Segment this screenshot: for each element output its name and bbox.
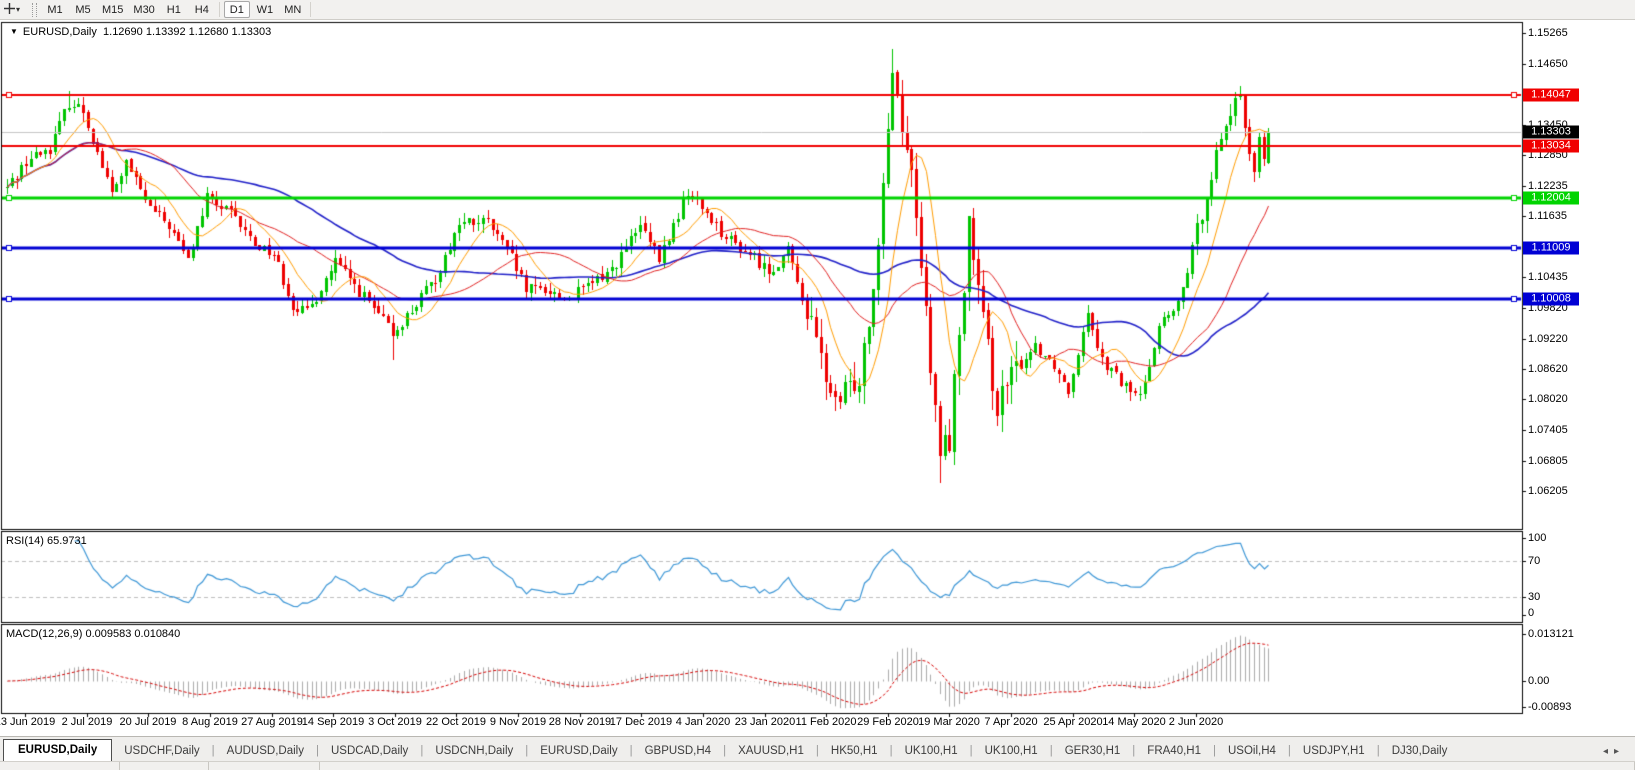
rsi-axis-tick: 0 xyxy=(1528,607,1534,619)
status-cell xyxy=(0,762,120,770)
timeframe-button-m5[interactable]: M5 xyxy=(70,1,96,18)
price-axis-tick: 1.07405 xyxy=(1528,424,1568,436)
chart-tab-eurusd-daily[interactable]: EURUSD,Daily xyxy=(3,739,112,762)
toolbar-separator xyxy=(219,2,220,17)
chart-tab-fra40-h1[interactable]: FRA40,H1 xyxy=(1135,741,1213,762)
timeframe-button-mn[interactable]: MN xyxy=(280,1,306,18)
price-axis-tick: 1.09220 xyxy=(1528,333,1568,345)
cursor-tool-button[interactable]: ▾ xyxy=(4,2,30,18)
timeframe-button-h4[interactable]: H4 xyxy=(189,1,215,18)
macd-axis-tick: -0.00893 xyxy=(1528,701,1571,713)
price-axis-tick: 1.08020 xyxy=(1528,393,1568,405)
timeframe-button-w1[interactable]: W1 xyxy=(252,1,278,18)
status-cell xyxy=(320,762,1635,770)
chart-tab-uk100-h1[interactable]: UK100,H1 xyxy=(893,741,970,762)
price-axis-tick: 1.11635 xyxy=(1528,210,1567,222)
status-cell xyxy=(120,762,209,770)
chart-tab-usdchf-daily[interactable]: USDCHF,Daily xyxy=(112,741,211,762)
price-axis-tick: 1.10435 xyxy=(1528,271,1568,283)
hline-price-tag: 1.10008 xyxy=(1523,293,1579,306)
rsi-axis-tick: 70 xyxy=(1528,555,1540,567)
symbol-dropdown-icon[interactable]: ▼ xyxy=(10,27,18,36)
rsi-axis-tick: 30 xyxy=(1528,591,1540,603)
tab-scroll-right-icon[interactable]: ▸ xyxy=(1614,746,1625,757)
macd-axis-tick: 0.00 xyxy=(1528,675,1549,687)
rsi-indicator-label: RSI(14) 65.9731 xyxy=(6,535,87,547)
chart-tabs: EURUSD,DailyUSDCHF,Daily|AUDUSD,Daily|US… xyxy=(0,739,1459,762)
price-axis-tick: 1.06805 xyxy=(1528,455,1568,467)
chart-tab-usdcad-daily[interactable]: USDCAD,Daily xyxy=(319,741,420,762)
timeframe-toolbar: ▾ M1M5M15M30H1H4 D1W1MN xyxy=(0,0,1635,20)
price-axis-tick: 1.15265 xyxy=(1528,27,1568,39)
timeframe-button-m15[interactable]: M15 xyxy=(98,1,127,18)
chart-tab-dj30-daily[interactable]: DJ30,Daily xyxy=(1380,741,1460,762)
timeframe-button-h1[interactable]: H1 xyxy=(161,1,187,18)
macd-indicator-label: MACD(12,26,9) 0.009583 0.010840 xyxy=(6,628,180,640)
price-axis-tick: 1.06205 xyxy=(1528,485,1568,497)
chart-tab-usdjpy-h1[interactable]: USDJPY,H1 xyxy=(1291,741,1377,762)
timeframe-buttons: M1M5M15M30H1H4 D1W1MN xyxy=(41,1,314,18)
price-axis-tick: 1.14650 xyxy=(1528,58,1568,70)
hline-price-tag: 1.13034 xyxy=(1523,140,1579,153)
tab-scroll-arrows: ◂▸ xyxy=(1603,746,1625,762)
chevron-down-icon: ▾ xyxy=(16,5,20,14)
chart-tab-audusd-daily[interactable]: AUDUSD,Daily xyxy=(215,741,316,762)
crosshair-cursor-icon xyxy=(4,1,15,19)
chart-tab-bar: EURUSD,DailyUSDCHF,Daily|AUDUSD,Daily|US… xyxy=(0,736,1635,762)
chart-ohlc-values: 1.12690 1.13392 1.12680 1.13303 xyxy=(103,26,271,38)
chart-tab-ger30-h1[interactable]: GER30,H1 xyxy=(1053,741,1133,762)
chart-tab-usdcnh-daily[interactable]: USDCNH,Daily xyxy=(423,741,525,762)
chart-symbol-label: EURUSD,Daily xyxy=(23,26,97,38)
chart-tab-uk100-h1[interactable]: UK100,H1 xyxy=(973,741,1050,762)
timeframe-button-m1[interactable]: M1 xyxy=(42,1,68,18)
timeframe-button-d1[interactable]: D1 xyxy=(224,1,250,18)
chart-tab-gbpusd-h4[interactable]: GBPUSD,H4 xyxy=(633,741,723,762)
macd-axis-tick: 0.013121 xyxy=(1528,628,1574,640)
chart-tab-eurusd-daily[interactable]: EURUSD,Daily xyxy=(528,741,629,762)
status-bar xyxy=(0,761,1635,770)
chart-tab-hk50-h1[interactable]: HK50,H1 xyxy=(819,741,890,762)
price-axis-tick: 1.12235 xyxy=(1528,180,1568,192)
timeframe-button-m30[interactable]: M30 xyxy=(129,1,158,18)
date-axis-label: 2 Jun 2020 xyxy=(1158,716,1234,728)
hline-price-tag: 1.11009 xyxy=(1523,242,1579,255)
rsi-axis-tick: 100 xyxy=(1528,532,1546,544)
chart-canvas[interactable] xyxy=(0,0,1635,770)
mt4-window: { "toolbar": { "tool_icon": "crosshair-c… xyxy=(0,0,1635,770)
current-price-tag: 1.13303 xyxy=(1523,126,1579,139)
chart-pane-title[interactable]: ▼ EURUSD,Daily 1.12690 1.13392 1.12680 1.… xyxy=(10,26,271,38)
price-axis-tick: 1.08620 xyxy=(1528,363,1568,375)
toolbar-grip-handle[interactable] xyxy=(32,3,37,17)
tab-scroll-left-icon[interactable]: ◂ xyxy=(1603,746,1614,757)
hline-price-tag: 1.14047 xyxy=(1523,89,1579,102)
status-cell xyxy=(209,762,320,770)
hline-price-tag: 1.12004 xyxy=(1523,192,1579,205)
chart-tab-xauusd-h1[interactable]: XAUUSD,H1 xyxy=(726,741,816,762)
chart-tab-usoil-h4[interactable]: USOil,H4 xyxy=(1216,741,1288,762)
toolbar-separator xyxy=(310,2,311,17)
